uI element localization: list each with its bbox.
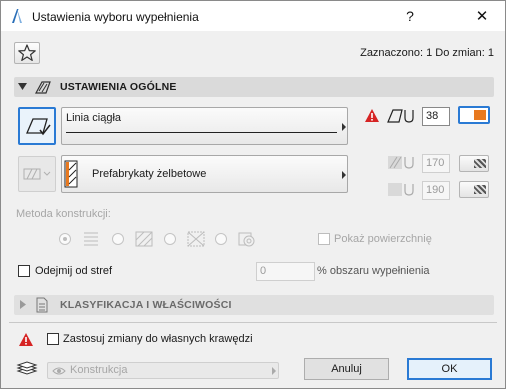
title-bar: Ustawienia wyboru wypełnienia ? ✕ [1, 1, 505, 31]
layers-icon [16, 361, 38, 375]
hatch-pattern-icon [23, 168, 51, 180]
subtract-zones-checkbox[interactable] [18, 265, 30, 277]
building-material-dropdown[interactable]: Prefabrykaty żelbetowe [61, 155, 348, 193]
line-sample [66, 132, 337, 133]
composite-fill-icon [238, 232, 255, 247]
triangle-right-icon [20, 300, 26, 309]
star-icon [18, 44, 36, 61]
construction-method-radio-3[interactable] [164, 233, 176, 245]
apply-edges-checkbox[interactable] [47, 333, 59, 345]
fill-area-percent-label: % obszaru wypełnienia [317, 265, 430, 277]
classification-title: KLASYFIKACJA I WŁAŚCIWOŚCI [60, 299, 232, 311]
eye-icon [52, 367, 66, 375]
foreground-pen-icon [388, 156, 414, 169]
line-type-label: Linia ciągła [66, 112, 122, 124]
fill-settings-icon [34, 81, 51, 94]
pen-color-toggle[interactable] [458, 106, 490, 124]
cross-hatch-icon [187, 231, 205, 247]
window-title: Ustawienia wyboru wypełnienia [32, 10, 199, 24]
help-button[interactable]: ? [387, 1, 433, 31]
warning-icon [365, 109, 379, 122]
construction-method-radio-4[interactable] [215, 233, 227, 245]
foreground-color-toggle[interactable] [459, 155, 489, 172]
building-material-label: Prefabrykaty żelbetowe [92, 168, 207, 180]
document-icon [36, 297, 48, 313]
selection-status: Zaznaczono: 1 Do zmian: 1 [360, 47, 494, 59]
orange-swatch-icon [474, 110, 486, 120]
show-area-checkbox[interactable] [318, 233, 330, 245]
triangle-down-icon [18, 83, 27, 90]
background-pen-field[interactable]: 190 [422, 181, 450, 200]
layer-dropdown[interactable]: Konstrukcja [47, 362, 279, 379]
layer-label: Konstrukcja [70, 364, 128, 376]
apply-edges-label: Zastosuj zmiany do własnych krawędzi [63, 333, 253, 345]
fill-outline-icon [26, 118, 51, 136]
background-color-toggle[interactable] [459, 181, 489, 198]
fill-category-button[interactable] [18, 156, 56, 192]
chevron-right-icon [342, 123, 346, 131]
general-settings-title: USTAWIENIA OGÓLNE [60, 81, 177, 93]
outline-pen-icon [387, 109, 414, 123]
background-pen-icon [388, 183, 414, 196]
divider [9, 322, 497, 323]
classification-header[interactable]: KLASYFIKACJA I WŁAŚCIWOŚCI [14, 295, 494, 315]
foreground-pen-field[interactable]: 170 [422, 154, 450, 173]
chevron-right-icon [272, 367, 276, 375]
general-settings-header[interactable]: USTAWIENIA OGÓLNE [14, 77, 494, 97]
subtract-zones-label: Odejmij od stref [35, 265, 113, 277]
construction-method-radio-2[interactable] [112, 233, 124, 245]
solid-fill-icon [84, 232, 98, 246]
chevron-right-icon [342, 171, 346, 179]
construction-method-label: Metoda konstrukcji: [16, 208, 111, 220]
ok-button[interactable]: OK [407, 358, 492, 380]
fill-type-button[interactable] [18, 107, 56, 145]
pattern-swatch-icon [474, 159, 486, 168]
archicad-app-icon [12, 9, 22, 23]
fill-area-percent-field[interactable]: 0 [256, 262, 315, 281]
line-type-dropdown[interactable]: Linia ciągła [61, 107, 348, 145]
construction-method-radio-1[interactable] [59, 233, 71, 245]
fill-selection-settings-dialog: Ustawienia wyboru wypełnienia ? ✕ Zaznac… [0, 0, 506, 389]
building-material-swatch-icon [64, 160, 78, 188]
diagonal-hatch-icon [135, 231, 153, 247]
close-button[interactable]: ✕ [459, 1, 505, 31]
outline-pen-field[interactable]: 38 [422, 107, 450, 126]
show-area-label: Pokaż powierzchnię [334, 233, 432, 245]
pattern-swatch-icon [474, 185, 486, 194]
favorites-button[interactable] [14, 42, 40, 64]
warning-icon [19, 333, 33, 346]
cancel-button[interactable]: Anuluj [304, 358, 389, 380]
